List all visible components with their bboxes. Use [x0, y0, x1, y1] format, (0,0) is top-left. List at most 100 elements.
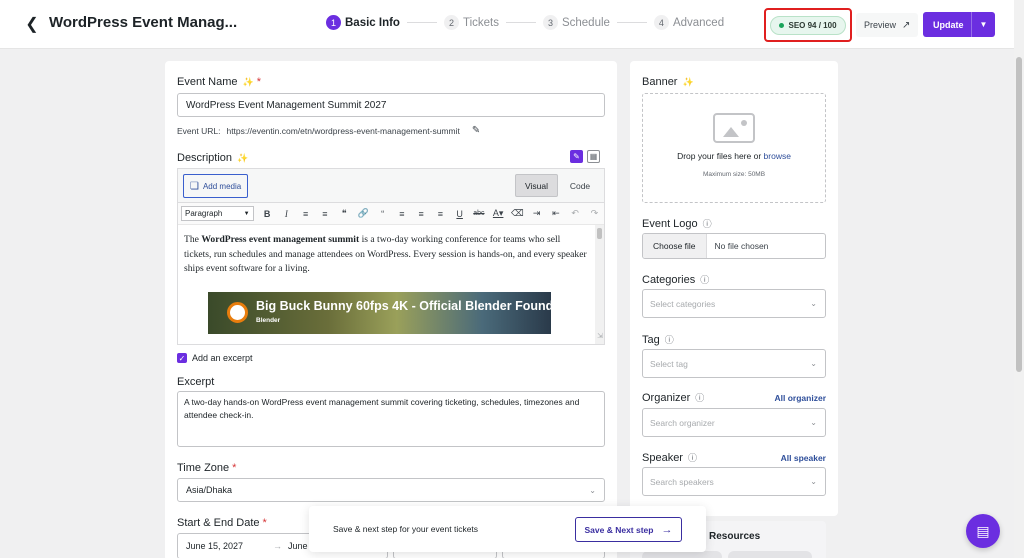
- align-left-icon[interactable]: ≡: [392, 206, 411, 222]
- ai-sparkle-icon[interactable]: ✨: [243, 77, 254, 88]
- arrow-right-icon: →: [661, 523, 673, 536]
- banner-dropzone[interactable]: Drop your files here or browse Maximum s…: [642, 93, 826, 203]
- chevron-down-icon[interactable]: ▼: [971, 12, 995, 37]
- banner-label-text: Banner: [642, 76, 678, 88]
- excerpt-label: Excerpt: [177, 376, 215, 388]
- categories-label-text: Categories: [642, 273, 696, 286]
- no-file-text: No file chosen: [714, 241, 769, 251]
- page-scrollbar[interactable]: [1014, 0, 1024, 558]
- browse-link[interactable]: browse: [764, 151, 791, 161]
- resource-item[interactable]: [642, 551, 722, 558]
- info-icon[interactable]: ⓘ: [688, 451, 697, 464]
- start-date-value: June 15, 2027: [186, 541, 244, 551]
- redo-icon[interactable]: ↷: [585, 206, 604, 222]
- step-label: Tickets: [462, 16, 499, 29]
- all-organizer-link[interactable]: All organizer: [775, 393, 826, 403]
- preview-button[interactable]: Preview ↗: [856, 13, 919, 37]
- banner-label: Banner ✨: [642, 76, 694, 88]
- save-next-label: Save & Next step: [584, 524, 654, 535]
- excerpt-textarea[interactable]: A two-day hands-on WordPress event manag…: [177, 391, 605, 447]
- blockquote-icon[interactable]: ❝: [335, 206, 354, 222]
- chatbot-icon[interactable]: ▤: [966, 514, 1000, 548]
- bold-icon[interactable]: B: [258, 206, 277, 222]
- step-basic-info[interactable]: 1 Basic Info: [326, 15, 400, 30]
- speaker-select[interactable]: Search speakers ⌄: [642, 467, 826, 496]
- bullet-list-icon[interactable]: ≡: [296, 206, 315, 222]
- seo-score-badge[interactable]: SEO 94 / 100: [770, 15, 846, 35]
- info-icon[interactable]: ⓘ: [695, 391, 704, 404]
- quote-icon[interactable]: “: [373, 206, 392, 222]
- link-icon[interactable]: 🔗: [354, 206, 373, 222]
- chevron-down-icon: ⌄: [589, 485, 596, 495]
- caret-down-icon: ▼: [243, 210, 250, 217]
- step-divider: [406, 22, 437, 23]
- top-bar: ❮ WordPress Event Manag... 1 Basic Info …: [0, 0, 1014, 49]
- clear-format-icon[interactable]: ⌫: [508, 206, 527, 222]
- step-schedule[interactable]: 3 Schedule: [542, 15, 610, 30]
- scrollbar-thumb[interactable]: [1016, 57, 1022, 372]
- info-icon[interactable]: ⓘ: [700, 273, 709, 286]
- dropzone-text: Drop your files here or browse: [643, 151, 825, 161]
- all-speaker-link[interactable]: All speaker: [781, 453, 826, 463]
- save-hint-text: Save & next step for your event tickets: [333, 524, 479, 534]
- event-name-input[interactable]: WordPress Event Management Summit 2027: [177, 93, 605, 117]
- excerpt-checkbox[interactable]: ✓ Add an excerpt: [177, 353, 253, 363]
- description-tools: ✎ ▦: [570, 150, 600, 163]
- content-text: The: [184, 234, 202, 245]
- text-color-icon[interactable]: A▾: [489, 206, 508, 222]
- content-bold-text: WordPress event management summit: [201, 234, 360, 245]
- align-center-icon[interactable]: ≡: [412, 206, 431, 222]
- required-mark: *: [256, 76, 262, 88]
- ai-write-icon[interactable]: ✎: [570, 150, 583, 163]
- step-divider: [616, 22, 647, 23]
- outdent-icon[interactable]: ⇤: [546, 206, 565, 222]
- categories-label: Categories ⓘ: [642, 273, 709, 286]
- organizer-select[interactable]: Search organizer ⌄: [642, 408, 826, 437]
- italic-icon[interactable]: I: [277, 206, 296, 222]
- timezone-label: Time Zone *: [177, 462, 236, 474]
- ai-sparkle-icon[interactable]: ✨: [682, 77, 693, 88]
- step-tickets[interactable]: 2 Tickets: [443, 15, 499, 30]
- step-label: Schedule: [561, 16, 610, 29]
- step-advanced[interactable]: 4 Advanced: [653, 15, 724, 30]
- event-url-row: Event URL: https://eventin.com/etn/wordp…: [177, 125, 480, 136]
- format-select[interactable]: Paragraph ▼: [181, 206, 254, 221]
- info-icon[interactable]: ⓘ: [665, 333, 674, 346]
- embedded-video[interactable]: Big Buck Bunny 60fps 4K - Official Blend…: [208, 292, 551, 334]
- event-logo-label-text: Event Logo: [642, 217, 698, 230]
- resource-item[interactable]: [728, 551, 812, 558]
- align-right-icon[interactable]: ≡: [431, 206, 450, 222]
- choose-file-button[interactable]: Choose file: [643, 234, 707, 258]
- organizer-label: Organizer ⓘ: [642, 391, 704, 404]
- numbered-list-icon[interactable]: ≡: [315, 206, 334, 222]
- ai-image-icon[interactable]: ▦: [587, 150, 600, 163]
- max-size-text: Maximum size: 50MB: [702, 171, 766, 178]
- back-arrow-icon[interactable]: ❮: [22, 14, 42, 34]
- save-next-button[interactable]: Save & Next step →: [575, 517, 682, 542]
- arrow-right-icon: →: [273, 541, 282, 551]
- speaker-label: Speaker ⓘ: [642, 451, 697, 464]
- editor-scroll-thumb[interactable]: [597, 228, 602, 239]
- tab-code[interactable]: Code: [561, 174, 599, 197]
- checkmark-icon[interactable]: ✓: [177, 353, 187, 363]
- categories-select[interactable]: Select categories ⌄: [642, 289, 826, 318]
- undo-icon[interactable]: ↶: [566, 206, 585, 222]
- tag-select[interactable]: Select tag ⌄: [642, 349, 826, 378]
- tab-visual[interactable]: Visual: [515, 174, 558, 197]
- editor-content[interactable]: The WordPress event management summit is…: [178, 225, 604, 344]
- chevron-down-icon: ⌄: [810, 359, 817, 368]
- indent-icon[interactable]: ⇥: [527, 206, 546, 222]
- strikethrough-icon[interactable]: abc: [469, 206, 488, 222]
- edit-pencil-icon[interactable]: ✎: [472, 125, 480, 136]
- timezone-select[interactable]: Asia/Dhaka ⌄: [177, 478, 605, 502]
- resize-handle-icon[interactable]: ⇲: [597, 329, 603, 344]
- update-button[interactable]: Update ▼: [923, 12, 995, 37]
- underline-icon[interactable]: U: [450, 206, 469, 222]
- tag-label-text: Tag: [642, 333, 660, 346]
- ai-sparkle-icon[interactable]: ✨: [237, 153, 248, 164]
- info-icon[interactable]: ⓘ: [703, 217, 712, 230]
- add-media-button[interactable]: ❏ Add media: [183, 174, 249, 198]
- logo-file-input[interactable]: Choose file No file chosen: [642, 233, 826, 259]
- speaker-label-text: Speaker: [642, 451, 683, 464]
- editor-scrollbar[interactable]: [595, 225, 604, 344]
